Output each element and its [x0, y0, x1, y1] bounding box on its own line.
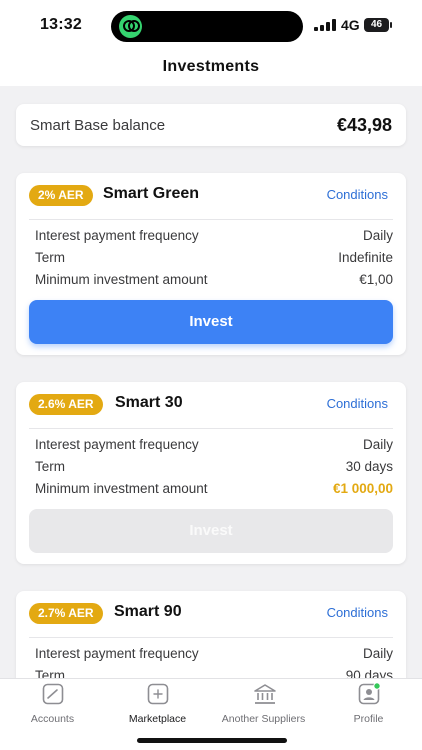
detail-label: Interest payment frequency: [35, 228, 199, 243]
battery-icon: 46: [364, 18, 392, 32]
tab-accounts[interactable]: Accounts: [0, 683, 105, 727]
detail-value: Daily: [362, 228, 393, 243]
detail-value: Daily: [362, 437, 393, 452]
status-bar: 13:32 4G 46: [0, 0, 422, 52]
balance-card: Smart Base balance €43,98: [16, 104, 406, 146]
detail-label: Minimum investment amount: [35, 481, 208, 496]
detail-label: Interest payment frequency: [35, 437, 199, 452]
conditions-link[interactable]: Conditions: [327, 187, 388, 202]
detail-row: Minimum investment amount €1 000,00: [35, 481, 393, 503]
detail-row: Term Indefinite: [35, 250, 393, 272]
detail-label: Minimum investment amount: [35, 272, 208, 287]
detail-value: €1,00: [359, 272, 393, 287]
network-type: 4G: [341, 17, 360, 33]
divider: [29, 428, 393, 429]
divider: [29, 219, 393, 220]
nav-header: Investments: [0, 52, 422, 86]
product-card-smart-green: 2% AER Smart Green Conditions Interest p…: [16, 173, 406, 355]
cellular-signal-icon: [314, 19, 336, 31]
product-header: 2.7% AER Smart 90 Conditions: [16, 591, 406, 635]
detail-row: Minimum investment amount €1,00: [35, 272, 393, 294]
aer-badge: 2.6% AER: [29, 394, 103, 415]
tab-another-suppliers[interactable]: Another Suppliers: [211, 683, 316, 727]
conditions-link[interactable]: Conditions: [327, 396, 388, 411]
product-card-smart-30: 2.6% AER Smart 30 Conditions Interest pa…: [16, 382, 406, 564]
plus-square-icon: [147, 683, 169, 705]
product-name: Smart 90: [114, 603, 182, 620]
tab-label: Profile: [353, 713, 384, 725]
product-name: Smart Green: [103, 185, 200, 202]
detail-value-highlight: €1 000,00: [332, 481, 393, 496]
detail-value: Indefinite: [338, 250, 393, 265]
balance-label: Smart Base balance: [30, 117, 166, 134]
invest-button-disabled: Invest: [29, 509, 393, 553]
balance-value: €43,98: [336, 115, 392, 135]
product-header: 2% AER Smart Green Conditions: [16, 173, 406, 217]
dynamic-island: [111, 11, 303, 42]
detail-row: Interest payment frequency Daily: [35, 646, 393, 668]
screen: 13:32 4G 46 Investments Smart Base balan…: [0, 0, 422, 750]
activity-icon: [119, 15, 142, 38]
tab-label: Marketplace: [128, 713, 187, 725]
detail-label: Interest payment frequency: [35, 646, 199, 661]
detail-value: 30 days: [345, 459, 393, 474]
chart-icon: [42, 683, 64, 705]
detail-row: Term 30 days: [35, 459, 393, 481]
detail-row: Interest payment frequency Daily: [35, 228, 393, 250]
bank-icon: [253, 683, 276, 705]
tab-profile[interactable]: Profile: [316, 682, 421, 727]
tab-marketplace[interactable]: Marketplace: [105, 683, 210, 727]
invest-button[interactable]: Invest: [29, 300, 393, 344]
detail-row: Interest payment frequency Daily: [35, 437, 393, 459]
profile-icon: [358, 682, 381, 705]
tab-label: Accounts: [30, 713, 75, 725]
product-header: 2.6% AER Smart 30 Conditions: [16, 382, 406, 426]
page-title: Investments: [162, 58, 260, 75]
detail-label: Term: [35, 250, 65, 265]
aer-badge: 2% AER: [29, 185, 93, 206]
divider: [29, 637, 393, 638]
aer-badge: 2.7% AER: [29, 603, 103, 624]
home-indicator: [137, 738, 287, 743]
detail-label: Term: [35, 459, 65, 474]
product-name: Smart 30: [115, 394, 183, 411]
detail-value: Daily: [362, 646, 393, 661]
conditions-link[interactable]: Conditions: [327, 605, 388, 620]
status-time: 13:32: [40, 16, 82, 33]
tab-label: Another Suppliers: [221, 713, 306, 725]
